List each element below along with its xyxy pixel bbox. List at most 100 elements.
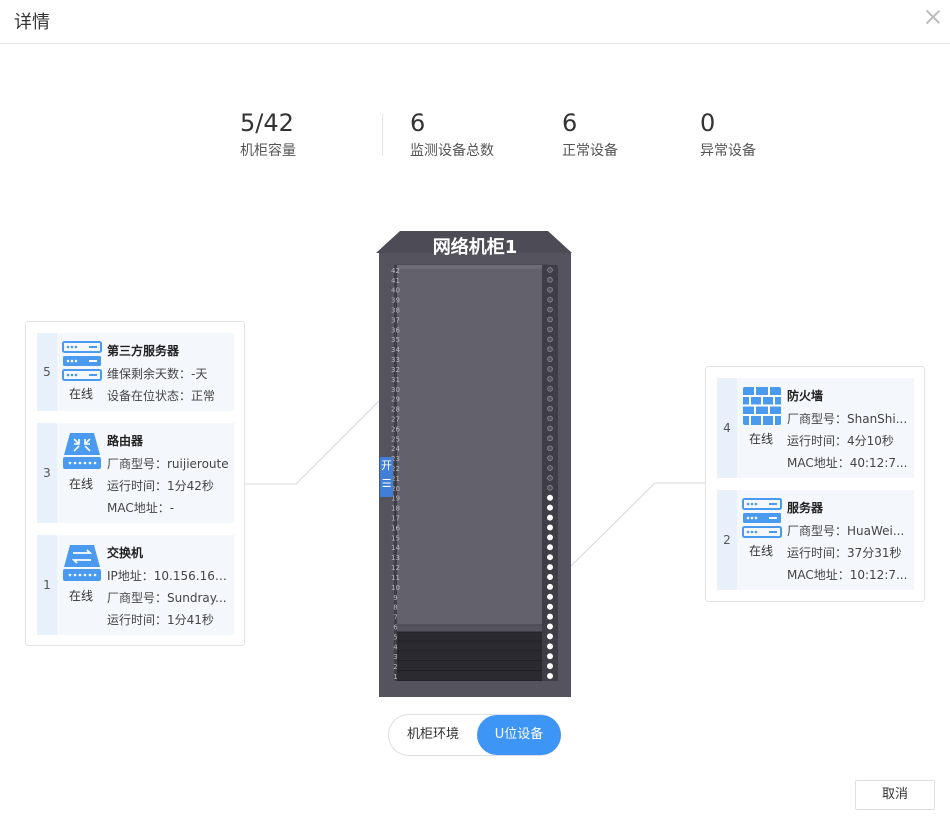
unit-dot [547,277,553,283]
device-card-5[interactable]: 5 在线 第三方服务器 维保剩余天数：-天 设备在位状态：正常 [37,333,234,411]
device-detail: 维保剩余天数：-天 [107,367,208,381]
rack-cabinet[interactable]: 4241403938373635343332313029282726252423… [374,228,574,700]
unit-dot [546,593,553,600]
router-icon [63,433,101,469]
occupied-unit[interactable] [394,651,548,662]
unit-number: 42 [391,267,400,275]
unit-dot [547,455,553,461]
unit-dot [547,445,553,452]
occupied-unit[interactable] [394,671,548,681]
open-door-button[interactable]: 开 ☰ [380,457,393,497]
unit-number: 15 [391,534,400,542]
unit-dot [546,583,553,590]
device-card-1[interactable]: 1 在线 交换机 IP地址：10.156.163... 厂商型号：Sundray… [37,535,234,635]
device-detail: 厂商型号：ruijieroute [107,457,229,471]
tab-u-devices[interactable]: U位设备 [477,715,561,755]
unit-number: 34 [391,346,400,354]
unit-dot [547,475,553,481]
unit-number: 12 [391,564,400,572]
unit-number: 1 [393,673,397,681]
server-icon [742,498,782,538]
unit-dot [546,573,553,580]
occupied-unit[interactable] [394,631,548,642]
unit-number: 7 [393,614,397,622]
occupied-unit[interactable] [394,641,548,652]
unit-dot [546,623,553,630]
unit-dot [547,405,553,412]
unit-dot [547,326,553,333]
device-card-4[interactable]: 4 在线 防火墙 厂商型号：ShanShi... 运行时间：4分10秒 MAC地… [717,378,914,478]
menu-icon: ☰ [381,477,392,490]
unit-dot [547,395,553,402]
unit-dot [547,346,553,352]
firewall-icon [743,387,781,425]
device-name: 第三方服务器 [107,344,180,358]
details-dialog: 详情 5/42 机柜容量 6 监测设备总数 6 正常设备 0 异常设备 5 在线… [0,0,950,818]
device-detail: 运行时间：4分10秒 [787,434,894,448]
unit-dot [547,286,553,293]
unit-dot [547,267,553,273]
unit-dot [547,376,553,382]
unit-dot [546,603,553,610]
unit-dot [547,336,553,343]
unit-number: 10 [391,584,400,592]
unit-dot [547,316,553,323]
unit-number: 14 [391,544,400,552]
occupied-unit[interactable] [394,661,548,671]
unit-dot [546,504,553,511]
unit-number: 27 [391,415,400,423]
unit-dot [546,524,553,531]
unit-number: 5 [393,633,397,641]
occupied-units [394,631,548,681]
device-index: 5 [37,333,57,411]
device-detail: IP地址：10.156.163... [107,569,230,583]
unit-number: 29 [391,396,400,404]
device-detail: 运行时间：1分42秒 [107,479,214,493]
unit-dot [546,514,553,521]
unit-dot [547,306,553,313]
device-card-2[interactable]: 2 在线 服务器 厂商型号：HuaWei... 运行时间：37分31秒 MAC地… [717,490,914,590]
unit-number: 39 [391,297,400,305]
unit-number: 33 [391,356,400,364]
device-detail: MAC地址：- [107,501,175,515]
unit-number: 16 [391,524,400,532]
unit-number: 8 [393,604,397,612]
device-detail: 运行时间：1分41秒 [107,613,214,627]
device-card-3[interactable]: 3 在线 路由器 厂商型号：ruijieroute 运行时间：1分42秒 MAC… [37,423,234,523]
unit-number: 24 [391,445,400,453]
unit-dot [546,613,553,620]
open-label: 开 [381,459,392,472]
device-index: 3 [37,423,57,523]
unit-number: 13 [391,554,400,562]
switch-icon [63,545,101,581]
unit-number: 32 [391,366,400,374]
unit-number: 18 [391,505,400,513]
unit-number: 17 [391,515,400,523]
server-icon [62,341,102,381]
unit-dot [546,673,553,680]
device-detail: 设备在位状态：正常 [107,389,216,403]
unit-number: 40 [391,287,400,295]
unit-number: 6 [393,623,398,631]
device-status: 在线 [69,589,94,603]
device-status: 在线 [69,477,94,491]
unit-number: 31 [391,376,400,384]
unit-number: 25 [391,435,400,443]
unit-dot [547,485,553,491]
unit-number: 41 [391,277,400,285]
unit-dot [547,425,553,432]
unit-dot [546,554,553,561]
left-device-panel: 5 在线 第三方服务器 维保剩余天数：-天 设备在位状态：正常 3 在线 路由器… [25,321,245,646]
cancel-button[interactable]: 取消 [855,780,935,810]
unit-dot [546,653,553,660]
unit-dot [547,386,553,392]
unit-number: 35 [391,336,400,344]
unit-number: 38 [391,307,400,315]
unit-dot [547,356,553,362]
cabinet-name: 网络机柜1 [432,237,518,258]
tab-cabinet-env[interactable]: 机柜环境 [389,715,477,755]
device-name: 路由器 [107,434,144,448]
device-detail: MAC地址：40:12:7... [787,456,908,470]
unit-dot [547,465,553,471]
device-index: 2 [717,490,737,590]
